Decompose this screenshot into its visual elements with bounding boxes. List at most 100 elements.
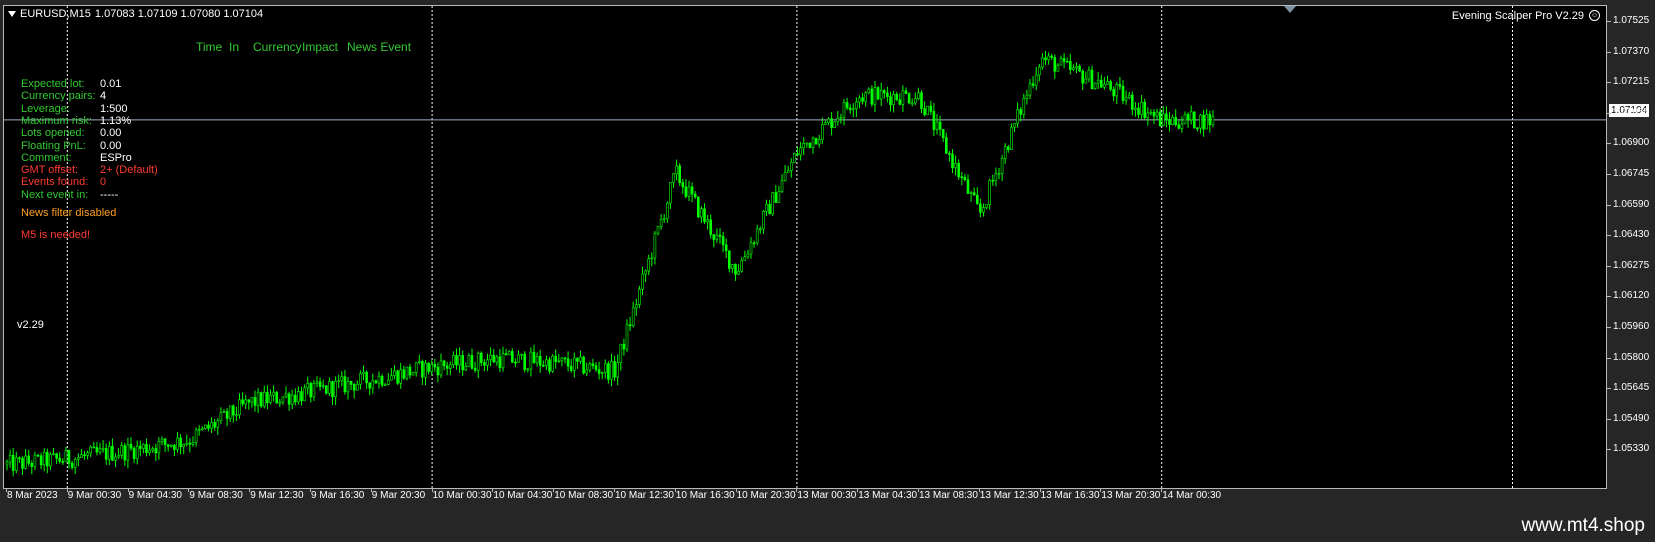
candle-body [1155, 111, 1159, 117]
candle-body [1031, 83, 1035, 86]
triangle-down-icon[interactable] [8, 11, 16, 17]
candle-body [585, 369, 589, 374]
candle-body [727, 250, 731, 269]
candle-body [461, 355, 465, 371]
ea-title: Evening Scalper Pro V2.29 [1451, 10, 1584, 22]
candle-body [799, 147, 802, 156]
smile-icon[interactable]: ☺ [1589, 10, 1600, 21]
candle-body [827, 118, 830, 123]
candle-body [619, 343, 623, 363]
version-label: v2.29 [17, 319, 44, 331]
candle-body [963, 176, 967, 181]
candle-body [1174, 116, 1177, 126]
candle-body [625, 324, 629, 350]
time-label: 10 Mar 08:30 [554, 490, 614, 501]
time-label: 13 Mar 08:30 [919, 490, 978, 501]
candle-body [464, 365, 468, 371]
candle-body [628, 324, 632, 327]
candle-body [979, 203, 982, 213]
candle-body [55, 453, 58, 459]
candle-body [743, 256, 747, 261]
candle-body [374, 380, 378, 384]
candle-body [972, 192, 976, 196]
candle-body [1118, 84, 1122, 87]
candle-body [417, 361, 421, 364]
candle-body [647, 258, 651, 272]
candle-body [926, 105, 930, 115]
candle-body [188, 442, 192, 445]
chart-shift-marker[interactable] [1284, 6, 1296, 13]
candle-body [830, 118, 833, 128]
chart-plot-area[interactable]: EURUSD,M15 1.07083 1.07109 1.07080 1.071… [3, 5, 1607, 489]
candle-body [514, 361, 517, 364]
candle-body [802, 143, 806, 149]
info-value: 0 [100, 176, 107, 189]
candle-body [1189, 111, 1193, 121]
price-tick [1607, 112, 1611, 114]
candle-body [89, 446, 92, 454]
candle-body [80, 454, 83, 458]
candle-body [8, 455, 12, 463]
price-tick [1607, 327, 1611, 328]
candle-body [684, 186, 688, 197]
candle-body [560, 357, 564, 362]
candle-body [123, 445, 127, 461]
candle-body [703, 208, 706, 222]
candle-body [638, 288, 641, 305]
candle-body [247, 399, 251, 403]
candle-body [879, 90, 883, 100]
candle-body [315, 381, 319, 384]
candle-body [334, 380, 337, 398]
candle-body [777, 191, 781, 203]
candle-body [95, 447, 99, 453]
candle-body [11, 455, 15, 471]
candle-body [681, 182, 685, 188]
candle-body [731, 264, 734, 269]
candle-body [588, 363, 592, 371]
price-scale[interactable]: 1.07104 1.07525 1.07370 1.07215 1.07055 1.06… [1607, 5, 1655, 489]
candle-body [526, 368, 530, 371]
candle-body [566, 358, 570, 367]
candle-body [1106, 81, 1109, 85]
candle-body [386, 379, 390, 385]
candle-body [1199, 114, 1202, 129]
candle-body [157, 441, 161, 454]
candle-body [1022, 97, 1026, 115]
info-label: Leverage: [21, 102, 70, 115]
candle-body [1084, 78, 1088, 84]
info-label: Currency pairs: [21, 90, 96, 103]
candle-body [92, 446, 96, 449]
price-label: 1.05645 [1613, 382, 1650, 394]
candle-body [1143, 101, 1146, 119]
chart-window[interactable]: EURUSD,M15 1.07083 1.07109 1.07080 1.071… [0, 0, 1655, 510]
candle-body [672, 173, 675, 183]
candle-body [235, 414, 238, 417]
candle-body [1171, 116, 1174, 125]
candle-body [1183, 114, 1187, 125]
candle-body [982, 207, 985, 213]
candle-body [1134, 107, 1137, 110]
candle-body [470, 355, 474, 369]
candle-body [179, 437, 182, 448]
candle-body [1047, 55, 1050, 61]
candle-body [895, 93, 899, 101]
candle-body [1087, 69, 1091, 80]
candle-body [644, 270, 647, 275]
news-header-currency: Currency [253, 40, 302, 54]
candle-body [975, 194, 979, 205]
candle-body [393, 370, 396, 376]
candle-body [213, 422, 216, 428]
candle-body [340, 376, 344, 382]
candle-body [768, 203, 771, 215]
candle-body [653, 232, 657, 259]
candle-body [610, 361, 613, 380]
candle-body [67, 450, 71, 464]
candle-body [1044, 57, 1047, 61]
candle-body [752, 242, 756, 245]
candlestick-chart[interactable] [4, 6, 1607, 489]
candle-body [991, 179, 995, 182]
candle-body [272, 391, 275, 396]
candle-body [492, 354, 496, 363]
candle-body [1186, 114, 1190, 121]
candle-body [954, 163, 957, 169]
